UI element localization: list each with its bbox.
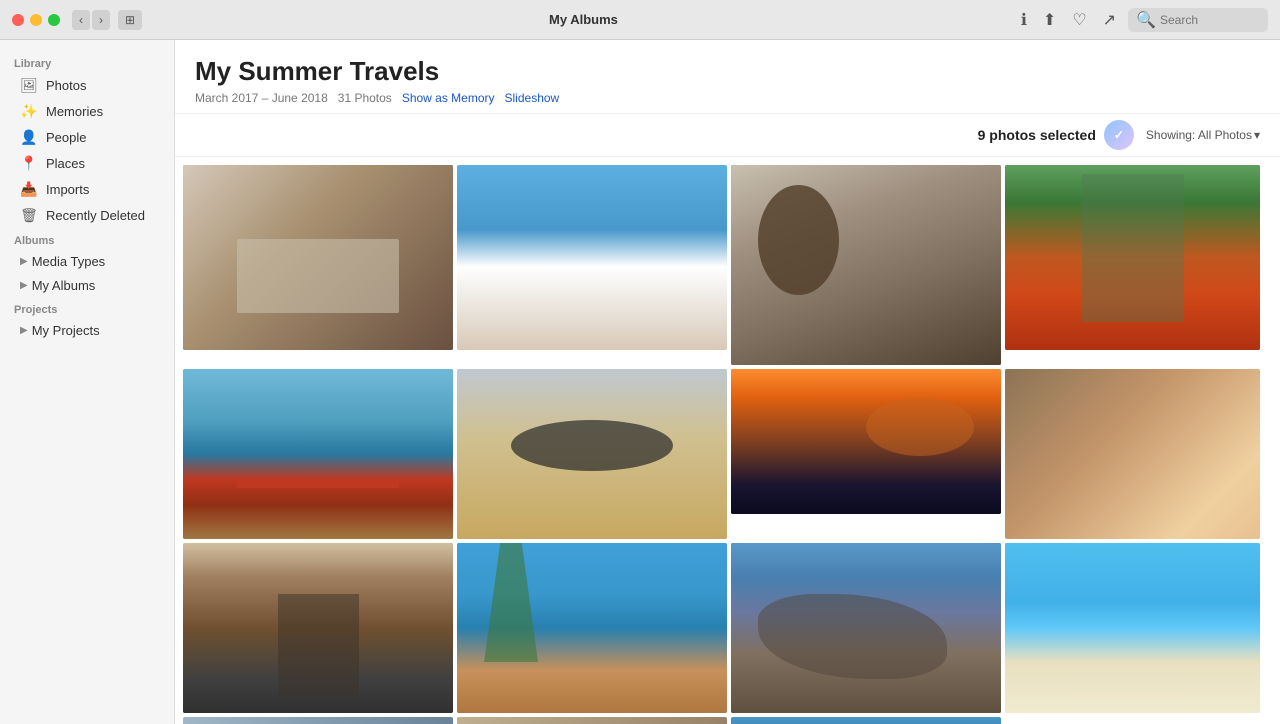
album-photo-count: 31 Photos (338, 91, 392, 105)
sidebar-item-people[interactable]: 👤 People (6, 125, 168, 150)
trash-icon: 🗑 (20, 207, 38, 224)
imports-icon: 📥 (20, 181, 38, 198)
selection-avatar: ✓ (1104, 120, 1134, 150)
info-button[interactable]: ℹ (1017, 8, 1031, 32)
content-area: My Summer Travels March 2017 – June 2018… (175, 40, 1280, 724)
photo-cell-p9[interactable] (183, 543, 453, 713)
search-icon: 🔍 (1136, 10, 1156, 30)
library-section-label: Library (0, 52, 174, 72)
photo-cell-p10[interactable] (457, 543, 727, 713)
photo-cell-p11[interactable] (731, 543, 1001, 713)
forward-button[interactable]: › (92, 10, 110, 30)
photo-row-2 (183, 369, 1272, 539)
share-button[interactable]: ⬆ (1039, 8, 1060, 32)
minimize-button[interactable] (30, 14, 42, 26)
album-date-range: March 2017 – June 2018 (195, 91, 328, 105)
photo-row-4 (183, 717, 1272, 724)
sidebar-item-imports-label: Imports (46, 182, 89, 197)
photos-icon: 🖼 (20, 77, 38, 94)
toolbar-right: ℹ ⬆ ♡ ↗ 🔍 (1017, 8, 1268, 32)
slideshow-link[interactable]: Slideshow (505, 91, 560, 105)
photo-cell-p12[interactable] (1005, 543, 1260, 713)
photo-cell-p3[interactable] (731, 165, 1001, 365)
maximize-button[interactable] (48, 14, 60, 26)
sidebar-item-places[interactable]: 📍 Places (6, 151, 168, 176)
album-title: My Summer Travels (195, 56, 1260, 87)
search-box[interactable]: 🔍 (1128, 8, 1268, 32)
search-input[interactable] (1160, 13, 1260, 27)
photo-grid (175, 157, 1280, 724)
selection-bar: 9 photos selected ✓ Showing: All Photos … (175, 114, 1280, 157)
photo-cell-p7[interactable] (731, 369, 1001, 514)
titlebar: ‹ › ⊞ My Albums ℹ ⬆ ♡ ↗ 🔍 (0, 0, 1280, 40)
my-projects-arrow-icon: ▶ (20, 325, 28, 336)
sidebar-item-my-projects[interactable]: ▶ My Projects (6, 319, 168, 342)
sidebar-toggle-button[interactable]: ⊞ (118, 10, 142, 30)
photo-cell-p5[interactable] (183, 369, 453, 539)
sidebar-item-recently-deleted-label: Recently Deleted (46, 208, 145, 223)
sidebar-item-my-albums[interactable]: ▶ My Albums (6, 274, 168, 297)
sidebar-item-media-types-label: Media Types (32, 254, 105, 269)
filter-label: Showing: All Photos (1146, 128, 1252, 142)
photo-cell-p8[interactable] (1005, 369, 1260, 539)
sidebar-item-people-label: People (46, 130, 86, 145)
filter-chevron-icon: ▾ (1254, 128, 1260, 142)
sidebar-item-imports[interactable]: 📥 Imports (6, 177, 168, 202)
sidebar-item-places-label: Places (46, 156, 85, 171)
sidebar-item-photos-label: Photos (46, 78, 86, 93)
show-as-memory-link[interactable]: Show as Memory (402, 91, 495, 105)
album-meta: March 2017 – June 2018 31 Photos Show as… (195, 91, 1260, 105)
albums-section-label: Albums (0, 229, 174, 249)
close-button[interactable] (12, 14, 24, 26)
sidebar-item-my-projects-label: My Projects (32, 323, 100, 338)
photo-cell-p14[interactable] (457, 717, 727, 724)
places-icon: 📍 (20, 155, 38, 172)
window-title: My Albums (150, 12, 1017, 27)
photo-cell-p15[interactable] (731, 717, 1001, 724)
photo-cell-p13[interactable] (183, 717, 453, 724)
nav-buttons: ‹ › (72, 10, 110, 30)
album-header: My Summer Travels March 2017 – June 2018… (175, 40, 1280, 114)
people-icon: 👤 (20, 129, 38, 146)
photo-row-3 (183, 543, 1272, 713)
photo-row-1 (183, 165, 1272, 365)
sidebar-item-memories[interactable]: ✨ Memories (6, 99, 168, 124)
selection-count-label: 9 photos selected (978, 127, 1096, 143)
sidebar: Library 🖼 Photos ✨ Memories 👤 People 📍 P… (0, 40, 175, 724)
my-albums-arrow-icon: ▶ (20, 280, 28, 291)
filter-dropdown[interactable]: Showing: All Photos ▾ (1146, 128, 1260, 142)
photo-cell-p4[interactable] (1005, 165, 1260, 350)
main-layout: Library 🖼 Photos ✨ Memories 👤 People 📍 P… (0, 40, 1280, 724)
traffic-lights (12, 14, 60, 26)
selection-count: 9 photos selected ✓ (978, 120, 1134, 150)
photo-cell-p1[interactable] (183, 165, 453, 350)
memories-icon: ✨ (20, 103, 38, 120)
sidebar-item-memories-label: Memories (46, 104, 103, 119)
projects-section-label: Projects (0, 298, 174, 318)
sidebar-item-photos[interactable]: 🖼 Photos (6, 73, 168, 98)
sidebar-item-my-albums-label: My Albums (32, 278, 96, 293)
media-types-arrow-icon: ▶ (20, 256, 28, 267)
photo-cell-p6[interactable] (457, 369, 727, 539)
export-button[interactable]: ↗ (1099, 8, 1120, 32)
sidebar-item-recently-deleted[interactable]: 🗑 Recently Deleted (6, 203, 168, 228)
back-button[interactable]: ‹ (72, 10, 90, 30)
sidebar-item-media-types[interactable]: ▶ Media Types (6, 250, 168, 273)
photo-cell-p2[interactable] (457, 165, 727, 350)
favorite-button[interactable]: ♡ (1068, 8, 1090, 32)
